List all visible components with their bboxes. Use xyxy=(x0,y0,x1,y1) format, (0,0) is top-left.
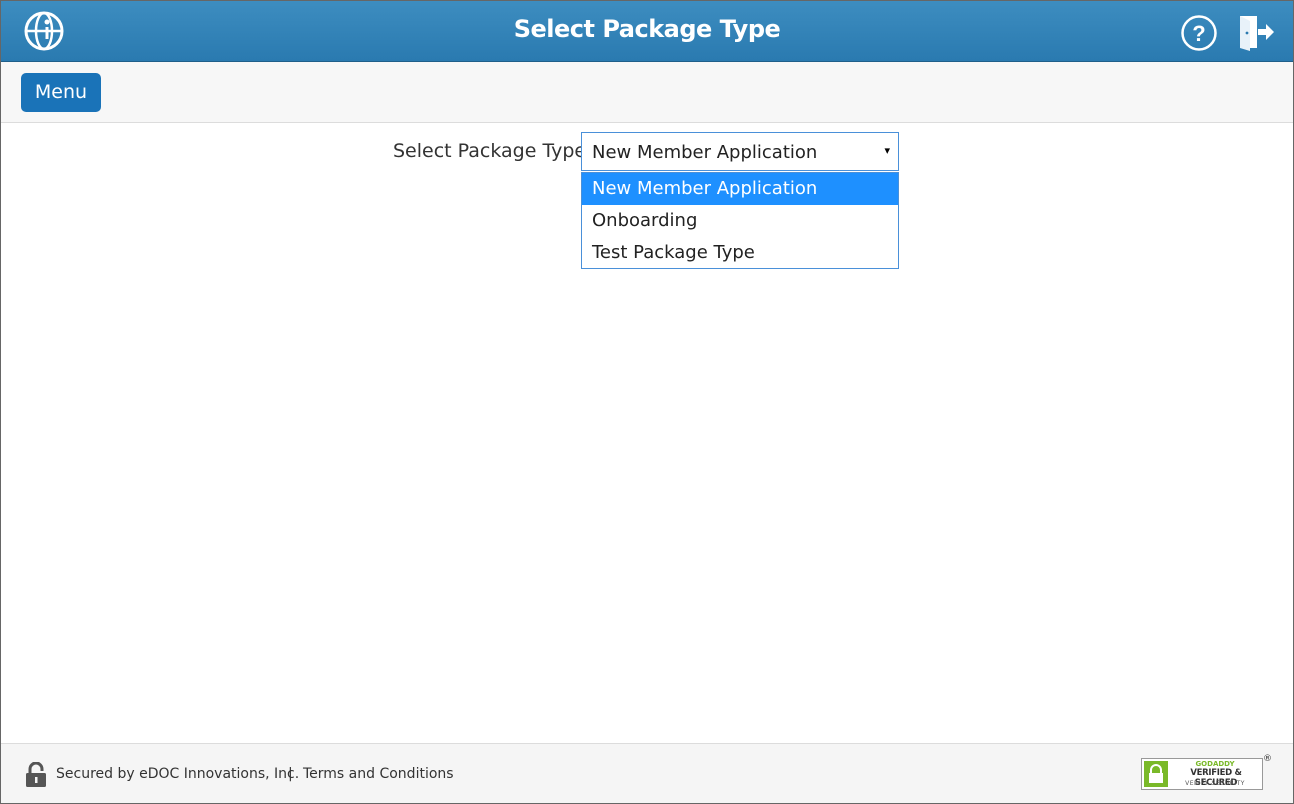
seal-sub-text: VERIFY SECURITY xyxy=(1185,780,1245,787)
toolbar: Menu xyxy=(1,62,1293,123)
dropdown-option-onboarding[interactable]: Onboarding xyxy=(582,205,898,237)
terms-and-conditions-link[interactable]: Terms and Conditions xyxy=(303,766,454,782)
seal-lock-icon xyxy=(1144,761,1168,787)
logout-icon[interactable] xyxy=(1236,13,1276,51)
page-title: Select Package Type xyxy=(513,15,781,43)
package-type-label: Select Package Type: xyxy=(393,140,593,162)
help-icon[interactable]: ? xyxy=(1180,14,1218,52)
godaddy-security-seal[interactable]: GODADDY VERIFIED & SECURED VERIFY SECURI… xyxy=(1141,758,1263,790)
footer-separator: | xyxy=(288,766,293,782)
svg-text:?: ? xyxy=(1192,21,1205,46)
dropdown-option-test-package-type[interactable]: Test Package Type xyxy=(582,237,898,269)
padlock-icon xyxy=(26,762,46,787)
dropdown-arrow-icon: ▾ xyxy=(884,144,890,157)
app-header: Select Package Type ? xyxy=(1,1,1293,62)
package-type-select[interactable]: New Member Application ▾ xyxy=(581,132,899,171)
seal-registered-mark: ® xyxy=(1263,754,1272,764)
package-type-selected-value: New Member Application xyxy=(592,142,818,163)
dropdown-option-new-member-application[interactable]: New Member Application xyxy=(582,173,898,205)
footer: Secured by eDOC Innovations, Inc. | Term… xyxy=(1,743,1293,803)
package-type-dropdown-list: New Member Application Onboarding Test P… xyxy=(581,172,899,269)
menu-button[interactable]: Menu xyxy=(21,73,101,112)
secured-by-text: Secured by eDOC Innovations, Inc. xyxy=(56,766,300,782)
seal-brand-text: GODADDY xyxy=(1195,760,1235,768)
app-window: Select Package Type ? Menu Select Packag… xyxy=(0,0,1294,804)
